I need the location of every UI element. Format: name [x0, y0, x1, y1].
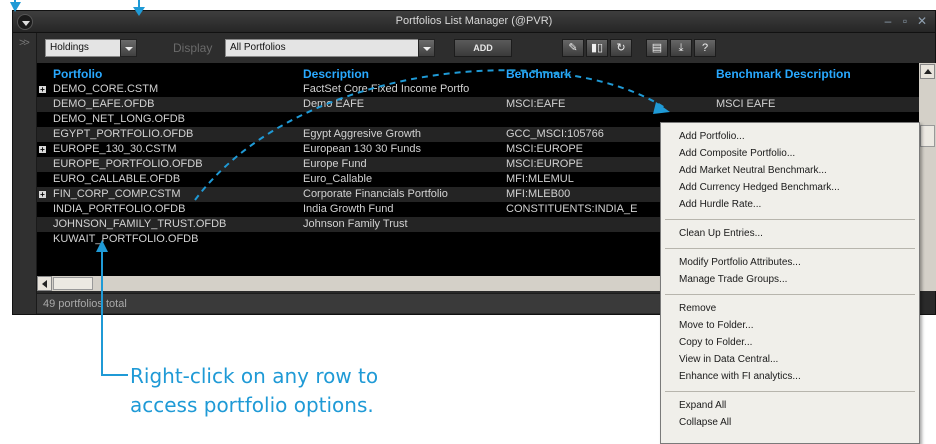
cell-description: India Growth Fund [303, 203, 394, 215]
collapsed-side-panel[interactable]: >> [13, 33, 37, 314]
context-menu-item[interactable]: Collapse All [679, 417, 731, 428]
cell-portfolio: KUWAIT_PORTFOLIO.OFDB [53, 233, 199, 245]
scroll-thumb[interactable] [920, 125, 935, 147]
column-header-portfolio[interactable]: Portfolio [53, 67, 102, 81]
cell-description: Europe Fund [303, 158, 367, 170]
cell-description: Johnson Family Trust [303, 218, 408, 230]
columns-icon[interactable]: ▮▯ [586, 39, 608, 57]
menu-separator [665, 219, 915, 220]
table-row[interactable]: + DEMO_CORE.CSTM FactSet Core Fixed Income… [37, 82, 919, 97]
cell-description: Demo EAFE [303, 98, 365, 110]
context-menu-item[interactable]: Modify Portfolio Attributes... [679, 257, 801, 268]
column-header-description[interactable]: Description [303, 67, 369, 81]
cell-benchmark: MSCI:EAFE [506, 98, 566, 110]
vertical-scrollbar[interactable] [919, 63, 936, 291]
cell-description: Egypt Aggresive Growth [303, 128, 422, 140]
cell-benchmark: GCC_MSCI:105766 [506, 128, 604, 140]
cell-description: FactSet Core Fixed Income Portfo [303, 83, 470, 95]
context-menu-item[interactable]: Expand All [679, 400, 726, 411]
context-menu-item[interactable]: Add Market Neutral Benchmark... [679, 165, 827, 176]
cell-portfolio: DEMO_CORE.CSTM [53, 83, 159, 95]
annotation-line-1: Right-click on any row to [130, 364, 379, 388]
column-header-benchmark[interactable]: Benchmark [506, 67, 571, 81]
table-row[interactable]: DEMO_EAFE.OFDB Demo EAFE MSCI:EAFE MSCI EAF… [37, 97, 919, 112]
expand-panel-icon[interactable]: >> [19, 37, 30, 49]
menu-separator [665, 294, 915, 295]
save-icon[interactable]: ▤ [646, 39, 668, 57]
cell-portfolio: EURO_CALLABLE.OFDB [53, 173, 181, 185]
context-menu-item[interactable]: View in Data Central... [679, 354, 778, 365]
column-header-benchmark-description[interactable]: Benchmark Description [716, 67, 851, 81]
display-select-value: All Portfolios [230, 42, 286, 53]
cell-portfolio: EUROPE_130_30.CSTM [53, 143, 177, 155]
display-select[interactable]: All Portfolios [225, 39, 435, 57]
cell-benchmark: MFI:MLEB00 [506, 188, 571, 200]
scroll-left-icon[interactable] [37, 276, 52, 291]
menu-separator [665, 248, 915, 249]
cell-portfolio: FIN_CORP_COMP.CSTM [53, 188, 181, 200]
cell-benchmark: MSCI:EUROPE [506, 158, 584, 170]
context-menu-item[interactable]: Add Currency Hedged Benchmark... [679, 182, 840, 193]
annotation-line-2: access portfolio options. [130, 393, 374, 417]
cell-portfolio: EGYPT_PORTFOLIO.OFDB [53, 128, 194, 140]
chevron-down-icon[interactable] [418, 39, 435, 57]
toolbar: Holdings Display All Portfolios ADD ✎ ▮▯… [37, 33, 935, 63]
chevron-down-icon[interactable] [120, 39, 137, 57]
display-label: Display [173, 41, 213, 55]
portfolio-count: 49 portfolios total [43, 298, 127, 310]
cell-portfolio: DEMO_EAFE.OFDB [53, 98, 155, 110]
menu-separator [665, 391, 915, 392]
wrench-icon[interactable]: ✎ [562, 39, 584, 57]
expand-row-icon[interactable]: + [39, 86, 46, 94]
cell-benchmark: CONSTITUENTS:INDIA_E [506, 203, 638, 215]
window-title: Portfolios List Manager (@PVR) [395, 15, 553, 27]
context-menu-item[interactable]: Copy to Folder... [679, 337, 752, 348]
context-menu-item[interactable]: Add Composite Portfolio... [679, 148, 795, 159]
cell-portfolio: INDIA_PORTFOLIO.OFDB [53, 203, 186, 215]
context-menu-item[interactable]: Add Hurdle Rate... [679, 199, 761, 210]
context-menu-item[interactable]: Remove [679, 303, 716, 314]
maximize-icon[interactable]: ▫ [898, 14, 912, 28]
help-icon[interactable]: ? [694, 39, 716, 57]
view-select-value: Holdings [50, 42, 89, 53]
expand-row-icon[interactable]: + [39, 191, 46, 199]
cell-description: Corporate Financials Portfolio [303, 188, 448, 200]
context-menu-item[interactable]: Manage Trade Groups... [679, 274, 787, 285]
minimize-icon[interactable]: – [881, 14, 895, 28]
cell-benchmark: MSCI:EUROPE [506, 143, 584, 155]
close-icon[interactable]: ✕ [915, 14, 929, 28]
grid-header: Portfolio Description Benchmark Benchmar… [37, 63, 919, 82]
context-menu-item[interactable]: Enhance with FI analytics... [679, 371, 801, 382]
annotation-caption: Right-click on any row to access portfol… [130, 362, 378, 420]
context-menu-item[interactable]: Add Portfolio... [679, 131, 745, 142]
cell-benchmark-description: MSCI EAFE [716, 98, 776, 110]
refresh-icon[interactable]: ↻ [610, 39, 632, 57]
context-menu: Add Portfolio... Add Composite Portfolio.… [660, 122, 920, 444]
add-button[interactable]: ADD [454, 39, 512, 57]
cell-portfolio: JOHNSON_FAMILY_TRUST.OFDB [53, 218, 227, 230]
export-icon[interactable]: ⤓ [670, 39, 692, 57]
cell-description: Euro_Callable [303, 173, 373, 185]
cell-portfolio: EUROPE_PORTFOLIO.OFDB [53, 158, 203, 170]
context-menu-item[interactable]: Move to Folder... [679, 320, 753, 331]
cell-benchmark: MFI:MLEMUL [506, 173, 574, 185]
cell-portfolio: DEMO_NET_LONG.OFDB [53, 113, 186, 125]
scroll-thumb[interactable] [53, 277, 93, 290]
context-menu-item[interactable]: Clean Up Entries... [679, 228, 763, 239]
cell-description: European 130 30 Funds [303, 143, 422, 155]
title-bar: Portfolios List Manager (@PVR) – ▫ ✕ [13, 11, 935, 33]
scroll-up-icon[interactable] [920, 64, 935, 79]
expand-row-icon[interactable]: + [39, 146, 46, 154]
view-select[interactable]: Holdings [45, 39, 137, 57]
